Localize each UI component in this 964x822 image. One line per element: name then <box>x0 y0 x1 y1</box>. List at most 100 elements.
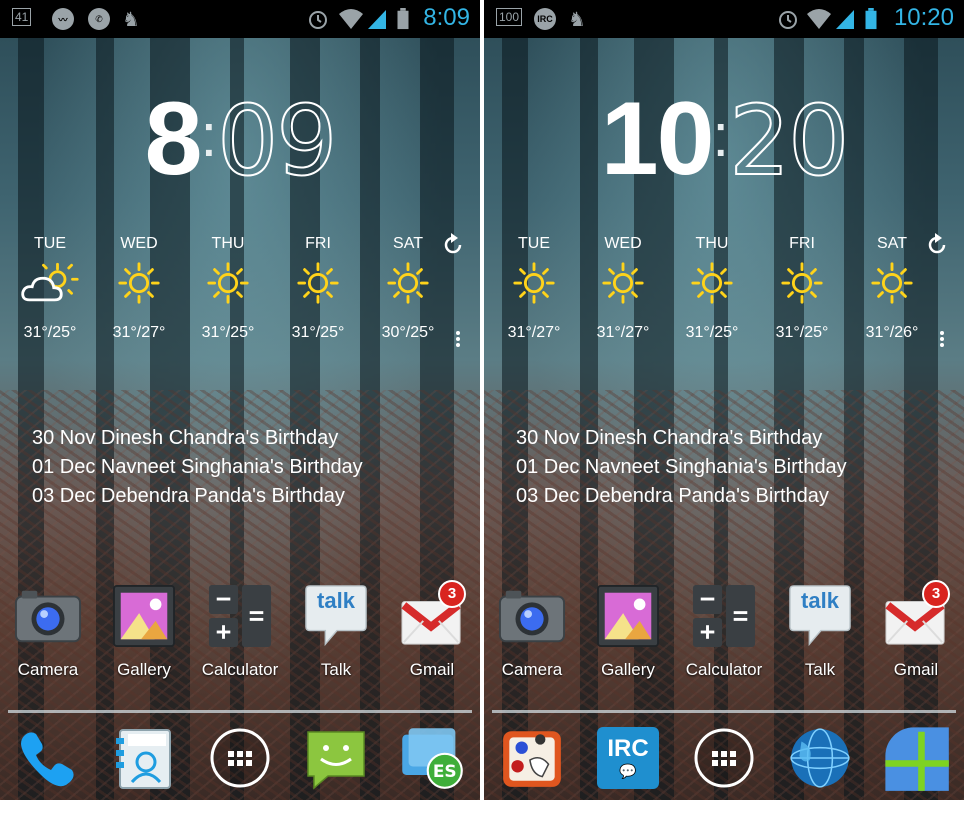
event-item[interactable]: 30 Nov Dinesh Chandra's Birthday <box>32 424 363 453</box>
dock-irc[interactable]: IRC 💬 <box>592 722 664 794</box>
app-label: Gallery <box>117 660 171 679</box>
app-gallery[interactable]: Gallery <box>580 576 676 680</box>
forecast-temp: 31°/25° <box>775 324 829 341</box>
app-gmail[interactable]: 3 Gmail <box>868 576 964 680</box>
forecast-temp: 31°/25° <box>291 324 345 341</box>
irc-icon-text: IRC <box>607 735 649 762</box>
refresh-icon[interactable] <box>924 232 950 258</box>
forecast-day-name: THU <box>211 235 245 252</box>
signal-icon <box>368 10 386 29</box>
calendar-events-widget[interactable]: 30 Nov Dinesh Chandra's Birthday 01 Dec … <box>32 424 363 511</box>
dock-globe-app[interactable] <box>784 722 856 794</box>
clock-widget[interactable]: 8:09 <box>0 80 480 199</box>
clock-separator: : <box>712 102 730 169</box>
forecast-day-name: WED <box>604 235 642 252</box>
unread-count-badge: 3 <box>922 580 950 608</box>
planner-icon <box>499 725 565 791</box>
dock-messaging[interactable] <box>300 722 372 794</box>
sun-icon <box>779 260 825 306</box>
sun-icon <box>511 260 557 306</box>
page-background-strip <box>0 800 964 822</box>
notification-count-badge: 41 <box>12 8 32 26</box>
app-calculator[interactable]: Calculator <box>676 576 772 680</box>
app-camera[interactable]: Camera <box>0 576 96 680</box>
clock-widget[interactable]: 10:20 <box>484 80 964 199</box>
clock-hour: 8 <box>144 81 203 197</box>
status-bar[interactable]: 41 〰 ✆ ♞ 8:09 <box>0 0 480 38</box>
wifi-icon <box>807 9 831 29</box>
calendar-events-widget[interactable]: 30 Nov Dinesh Chandra's Birthday 01 Dec … <box>516 424 847 511</box>
event-item[interactable]: 03 Dec Debendra Panda's Birthday <box>516 482 847 511</box>
event-item[interactable]: 01 Dec Navneet Singhania's Birthday <box>32 453 363 482</box>
signal-icon <box>836 10 854 29</box>
status-time: 10:20 <box>893 4 954 31</box>
refresh-icon[interactable] <box>440 232 466 258</box>
forecast-temp: 31°/27° <box>596 324 650 341</box>
dock-divider <box>8 710 472 713</box>
app-label: Gallery <box>601 660 655 679</box>
notification-count-badge: 100 <box>496 8 523 26</box>
dock-phone[interactable] <box>12 722 84 794</box>
app-camera[interactable]: Camera <box>484 576 580 680</box>
event-item[interactable]: 03 Dec Debendra Panda's Birthday <box>32 482 363 511</box>
status-bar[interactable]: 100 IRC ♞ 10:20 <box>484 0 964 38</box>
app-label: Calculator <box>685 660 763 679</box>
forecast-day: TUE 31°/27° <box>494 232 574 342</box>
forecast-temp: 31°/27° <box>112 324 166 341</box>
overflow-menu-icon[interactable] <box>454 330 462 348</box>
forecast-day: WED 31°/27° <box>583 232 663 342</box>
event-item[interactable]: 30 Nov Dinesh Chandra's Birthday <box>516 424 847 453</box>
dock-quarter-app[interactable] <box>880 722 952 794</box>
calculator-icon <box>208 584 272 648</box>
forecast-day-name: TUE <box>518 235 550 252</box>
forecast-day: FRI 31°/25° <box>762 232 842 342</box>
alarm-icon <box>779 11 797 29</box>
contacts-icon <box>112 726 176 790</box>
weather-forecast-widget[interactable]: TUE 31°/25° WED 31°/27° THU 31°/25° FRI … <box>0 232 480 352</box>
event-item[interactable]: 01 Dec Navneet Singhania's Birthday <box>516 453 847 482</box>
forecast-day-name: FRI <box>305 235 331 252</box>
battery-icon <box>397 8 409 30</box>
wifi-icon <box>339 9 363 29</box>
sun-icon <box>689 260 735 306</box>
app-calculator[interactable]: Calculator <box>192 576 288 680</box>
forecast-day-name: SAT <box>393 235 423 252</box>
clock-separator: : <box>200 102 218 169</box>
forecast-temp: 30°/25° <box>381 324 435 341</box>
app-label: Gmail <box>409 660 455 679</box>
gallery-icon <box>596 584 660 648</box>
app-drawer-icon <box>208 726 272 790</box>
forecast-temp: 31°/26° <box>865 324 919 341</box>
phone-screen-left: 41 〰 ✆ ♞ 8:09 8:09 TUE 31°/25° WED 31°/2… <box>0 0 480 800</box>
talk-icon-text: talk <box>801 588 839 613</box>
forecast-day-name: TUE <box>34 235 66 252</box>
forecast-temp: 31°/25° <box>201 324 255 341</box>
sun-icon <box>385 260 431 306</box>
forecast-day-name: WED <box>120 235 158 252</box>
dock-contacts[interactable] <box>108 722 180 794</box>
forecast-day: FRI 31°/25° <box>278 232 358 342</box>
app-talk[interactable]: talk Talk <box>288 576 384 680</box>
sun-icon <box>869 260 915 306</box>
battery-icon <box>865 8 877 30</box>
messaging-icon <box>304 726 368 790</box>
dock-es-file-explorer[interactable] <box>396 722 468 794</box>
dock-planner[interactable] <box>496 722 568 794</box>
forecast-day: THU 31°/25° <box>188 232 268 342</box>
sun-icon <box>295 260 341 306</box>
dock-app-drawer[interactable] <box>688 722 760 794</box>
camera-icon <box>14 586 82 646</box>
gallery-icon <box>112 584 176 648</box>
irc-notification-icon: IRC <box>534 8 556 30</box>
app-label: Camera <box>501 660 563 679</box>
dock-app-drawer[interactable] <box>204 722 276 794</box>
sun-icon <box>600 260 646 306</box>
irc-icon: IRC 💬 <box>597 727 659 789</box>
app-gallery[interactable]: Gallery <box>96 576 192 680</box>
overflow-menu-icon[interactable] <box>938 330 946 348</box>
app-gmail[interactable]: 3 Gmail <box>384 576 480 680</box>
forecast-day-name: FRI <box>789 235 815 252</box>
weather-forecast-widget[interactable]: TUE 31°/27° WED 31°/27° THU 31°/25° FRI … <box>484 232 964 352</box>
phone-icon <box>16 726 80 790</box>
app-talk[interactable]: talk Talk <box>772 576 868 680</box>
